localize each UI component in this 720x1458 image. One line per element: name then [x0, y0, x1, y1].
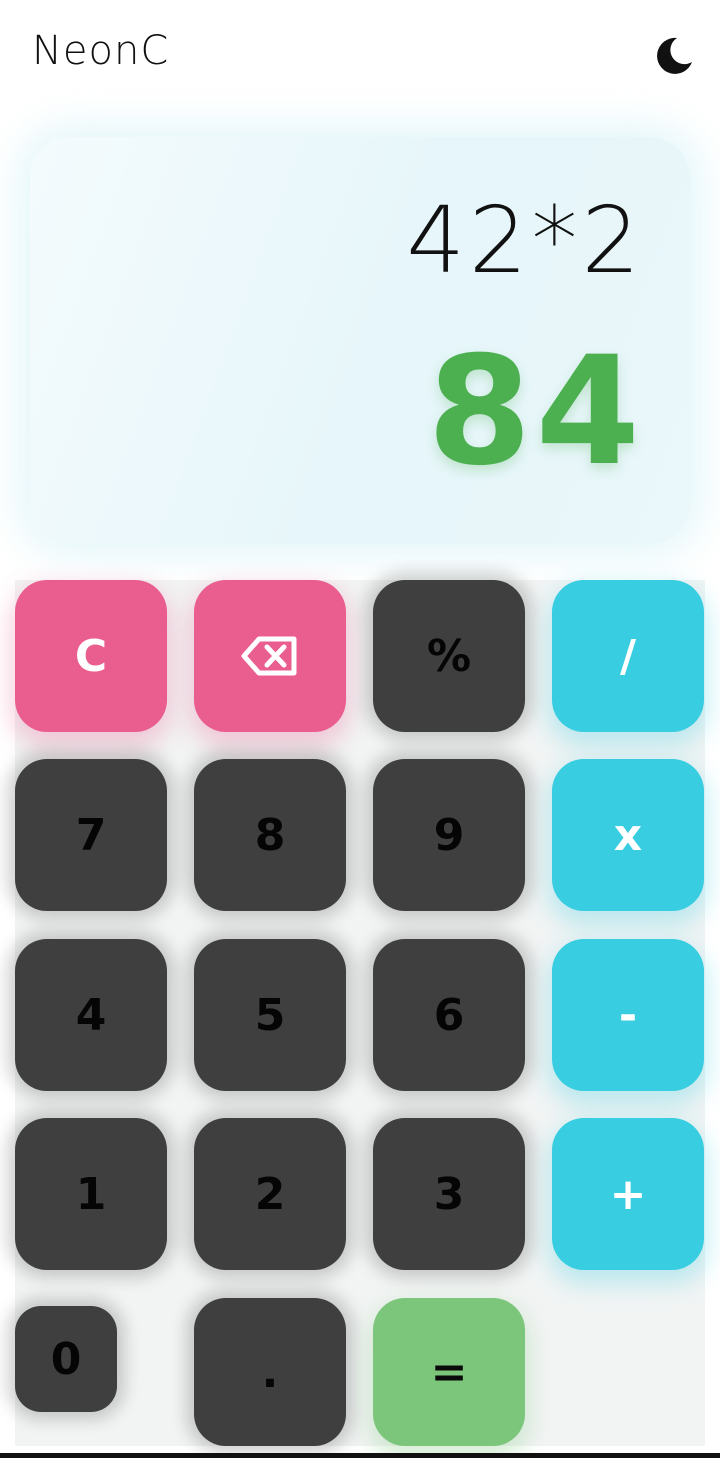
digit-3-button[interactable]: 3 [373, 1118, 525, 1270]
digit-9-button[interactable]: 9 [373, 759, 525, 911]
multiply-button[interactable]: x [552, 759, 704, 911]
moon-icon [657, 37, 692, 74]
clear-button[interactable]: C [15, 580, 167, 732]
decimal-point-button[interactable]: . [194, 1298, 346, 1446]
app-title: NeonC [32, 28, 170, 74]
minus-button[interactable]: - [552, 939, 704, 1091]
plus-button[interactable]: + [552, 1118, 704, 1270]
bottom-edge-bar [0, 1453, 720, 1458]
result-text: 84 [427, 325, 644, 499]
digit-1-button[interactable]: 1 [15, 1118, 167, 1270]
digit-8-button[interactable]: 8 [194, 759, 346, 911]
backspace-button[interactable] [194, 580, 346, 732]
digit-2-button[interactable]: 2 [194, 1118, 346, 1270]
expression-text: 42*2 [406, 187, 644, 294]
equals-button[interactable]: = [373, 1298, 525, 1446]
digit-6-button[interactable]: 6 [373, 939, 525, 1091]
keypad: C % / 7 8 9 x 4 5 6 - 1 2 3 + 0 . = [15, 580, 705, 1446]
digit-5-button[interactable]: 5 [194, 939, 346, 1091]
backspace-icon [241, 636, 297, 676]
dark-mode-toggle[interactable] [652, 34, 696, 78]
digit-4-button[interactable]: 4 [15, 939, 167, 1091]
digit-7-button[interactable]: 7 [15, 759, 167, 911]
digit-0-button[interactable]: 0 [15, 1306, 117, 1412]
divide-button[interactable]: / [552, 580, 704, 732]
percent-button[interactable]: % [373, 580, 525, 732]
calculator-display: 42*2 84 [30, 137, 690, 544]
